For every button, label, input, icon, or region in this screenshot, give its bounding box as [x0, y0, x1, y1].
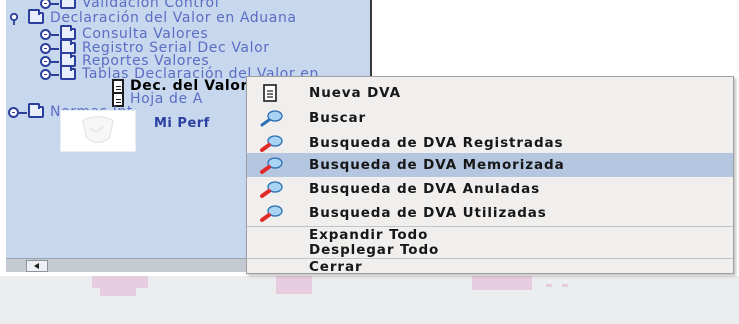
profile-label[interactable]: Mi Perf [154, 116, 210, 131]
folder-icon [60, 0, 76, 9]
folder-icon [28, 103, 44, 118]
menu-item-busqueda-anuladas[interactable]: Busqueda de DVA Anuladas [247, 177, 733, 201]
decorative-pattern [546, 284, 552, 287]
menu-item-expandir-todo[interactable]: Expandir Todo [309, 227, 428, 243]
decorative-pattern [472, 276, 532, 290]
menu-item-cerrar[interactable]: Cerrar [309, 259, 363, 275]
menu-item-busqueda-memorizada[interactable]: Busqueda de DVA Memorizada [247, 153, 733, 177]
menu-item-label: Busqueda de DVA Utilizadas [309, 205, 547, 221]
menu-item-label: Busqueda de DVA Registradas [309, 135, 564, 151]
search-red-icon [259, 156, 285, 174]
folder-icon [60, 65, 76, 80]
menu-item-label: Buscar [309, 110, 367, 126]
decorative-pattern [92, 276, 148, 288]
search-red-icon [259, 134, 285, 152]
decorative-pattern [562, 284, 568, 287]
search-red-icon [259, 180, 285, 198]
profile-picture [82, 116, 114, 143]
menu-item-busqueda-registradas[interactable]: Busqueda de DVA Registradas [247, 131, 733, 155]
menu-item-label: Busqueda de DVA Anuladas [309, 181, 541, 197]
tree-item-label: Hoja de A [130, 91, 203, 107]
scroll-left-button[interactable] [26, 260, 48, 272]
bottom-strip [0, 276, 739, 324]
tree-item-label: Declaración del Valor en Aduana [50, 10, 297, 26]
context-menu: Nueva DVA Buscar Busqueda de DVA Registr… [246, 76, 734, 275]
menu-item-desplegar-todo[interactable]: Desplegar Todo [309, 242, 439, 258]
search-red-icon [259, 204, 285, 222]
menu-item-label: Nueva DVA [309, 85, 401, 101]
collapse-node-icon[interactable] [8, 12, 20, 25]
profile-avatar[interactable] [60, 110, 136, 152]
folder-icon [28, 9, 44, 24]
menu-item-nueva-dva[interactable]: Nueva DVA [247, 81, 733, 105]
menu-item-label: Busqueda de DVA Memorizada [309, 157, 565, 173]
menu-item-buscar[interactable]: Buscar [247, 106, 733, 130]
document-icon [259, 84, 285, 102]
decorative-pattern [276, 276, 312, 294]
menu-item-busqueda-utilizadas[interactable]: Busqueda de DVA Utilizadas [247, 201, 733, 225]
search-icon [259, 109, 285, 127]
decorative-pattern [100, 288, 136, 296]
